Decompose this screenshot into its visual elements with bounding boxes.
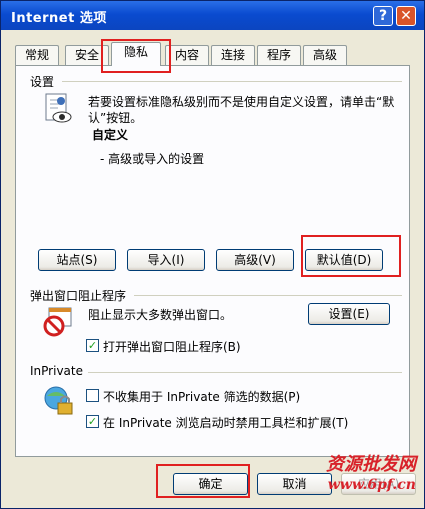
- tab-content[interactable]: 内容: [165, 45, 209, 65]
- settings-group-divider: [62, 81, 402, 82]
- tab-programs[interactable]: 程序: [257, 45, 301, 65]
- sites-button[interactable]: 站点(S): [38, 249, 116, 271]
- inprivate-no-collect-checkbox[interactable]: [86, 389, 99, 402]
- settings-group-title: 设置: [30, 75, 55, 89]
- window-title: Internet 选项: [11, 11, 107, 26]
- privacy-level-title: 自定义: [92, 128, 129, 142]
- popup-settings-button[interactable]: 设置(E): [308, 303, 390, 325]
- tab-advanced[interactable]: 高级: [303, 45, 347, 65]
- inprivate-group-divider: [88, 372, 402, 373]
- inprivate-no-collect-row[interactable]: 不收集用于 InPrivate 筛选的数据(P): [86, 388, 386, 404]
- cancel-button[interactable]: 取消: [257, 473, 332, 495]
- internet-options-dialog: Internet 选项 ? ✕ 常规 安全 隐私 内容 连接 程序 高级 设置: [0, 0, 425, 509]
- inprivate-disable-toolbars-checkbox[interactable]: ✓: [86, 415, 99, 428]
- inprivate-disable-toolbars-row[interactable]: ✓ 在 InPrivate 浏览启动时禁用工具栏和扩展(T): [86, 414, 396, 430]
- popup-blocker-group-title: 弹出窗口阻止程序: [30, 289, 127, 303]
- advanced-button[interactable]: 高级(V): [216, 249, 294, 271]
- highlight-default-button: [301, 235, 401, 277]
- popup-blocker-description: 阻止显示大多数弹出窗口。: [88, 308, 233, 322]
- privacy-description: 若要设置标准隐私级别而不是使用自定义设置，请单击“默认”按钮。: [88, 95, 395, 125]
- privacy-level-description: - 高级或导入的设置: [100, 152, 205, 166]
- watermark-url: www.6pf.cn: [327, 477, 416, 493]
- popup-blocker-group-divider: [134, 295, 402, 296]
- title-bar[interactable]: Internet 选项 ? ✕: [1, 1, 424, 30]
- inprivate-disable-toolbars-label: 在 InPrivate 浏览启动时禁用工具栏和扩展(T): [103, 416, 349, 430]
- import-button[interactable]: 导入(I): [127, 249, 205, 271]
- watermark-text: 资源批发网: [326, 454, 416, 475]
- popup-blocked-icon: [42, 305, 74, 337]
- inprivate-group-title: InPrivate: [30, 364, 83, 378]
- inprivate-lock-icon: [42, 384, 76, 418]
- tab-connections[interactable]: 连接: [211, 45, 255, 65]
- help-button[interactable]: ?: [373, 6, 393, 26]
- popup-blocker-checkbox-label: 打开弹出窗口阻止程序(B): [103, 340, 241, 354]
- privacy-document-icon: [42, 92, 76, 126]
- popup-blocker-checkbox[interactable]: ✓: [86, 339, 99, 352]
- close-button[interactable]: ✕: [396, 6, 416, 26]
- highlight-ok-button: [156, 464, 250, 498]
- tab-general[interactable]: 常规: [15, 45, 59, 65]
- popup-blocker-checkbox-row[interactable]: ✓ 打开弹出窗口阻止程序(B): [86, 338, 326, 354]
- tab-privacy[interactable]: 隐私: [111, 42, 161, 66]
- inprivate-no-collect-label: 不收集用于 InPrivate 筛选的数据(P): [103, 390, 301, 404]
